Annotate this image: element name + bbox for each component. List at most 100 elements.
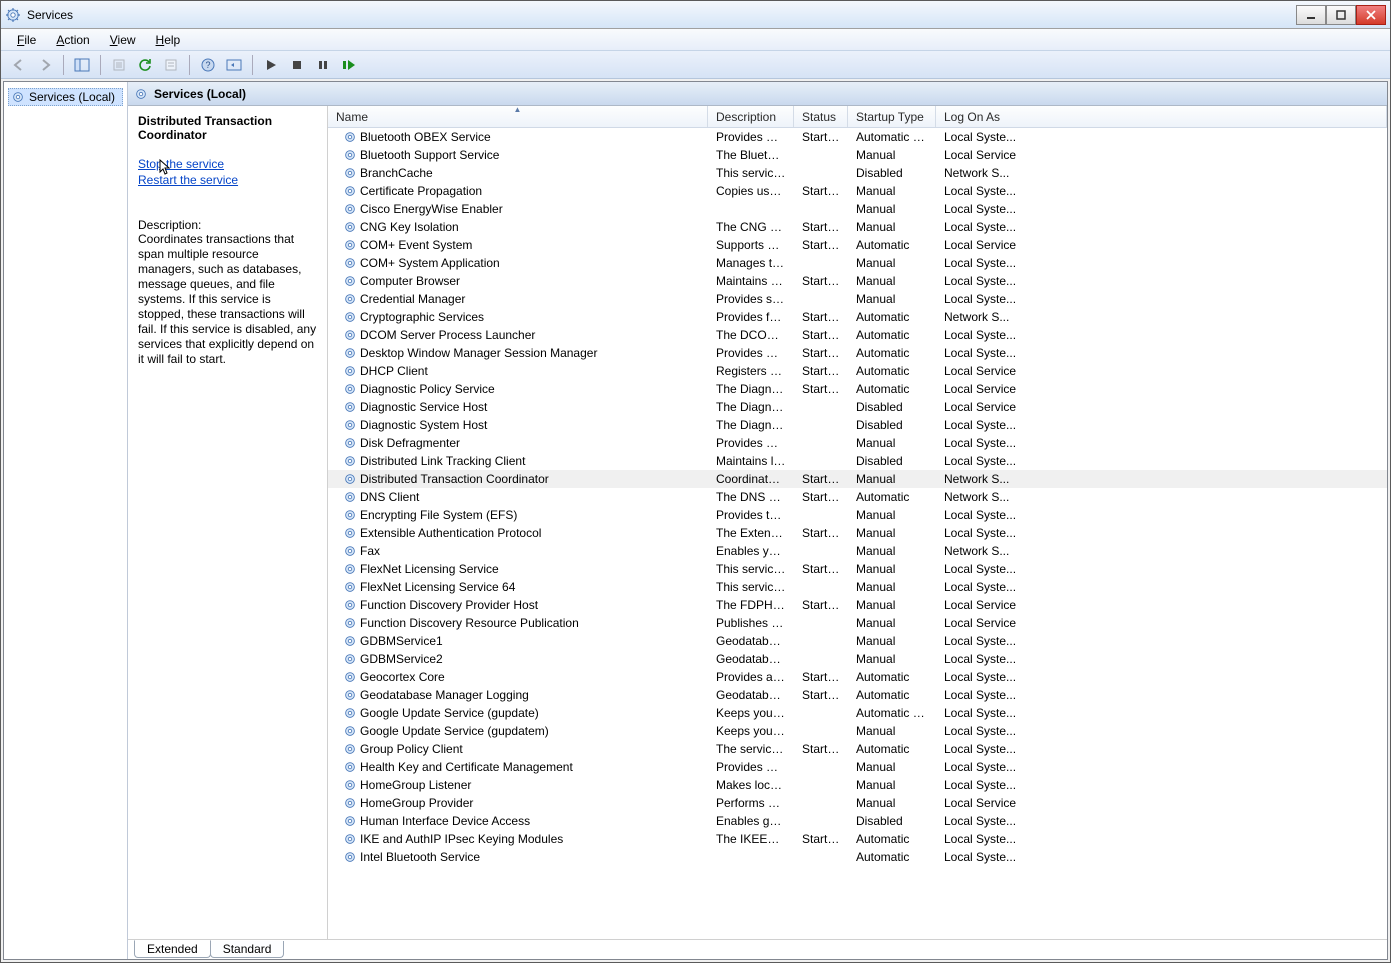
service-description: This service ...	[708, 166, 794, 180]
menu-help[interactable]: Help	[148, 31, 189, 49]
service-name: Google Update Service (gupdatem)	[360, 724, 549, 738]
gear-icon	[342, 615, 358, 631]
minimize-button[interactable]	[1296, 5, 1326, 25]
column-description[interactable]: Description	[708, 106, 794, 127]
table-row[interactable]: Desktop Window Manager Session ManagerPr…	[328, 344, 1387, 362]
pause-service-button[interactable]	[311, 54, 335, 76]
properties-button[interactable]	[159, 54, 183, 76]
refresh-button[interactable]	[133, 54, 157, 76]
service-name: GDBMService1	[360, 634, 443, 648]
column-startup[interactable]: Startup Type	[848, 106, 936, 127]
tree-root-services-local[interactable]: Services (Local)	[8, 88, 123, 106]
table-row[interactable]: Function Discovery Provider HostThe FDPH…	[328, 596, 1387, 614]
table-row[interactable]: Google Update Service (gupdate)Keeps you…	[328, 704, 1387, 722]
back-button[interactable]	[7, 54, 31, 76]
table-row[interactable]: Diagnostic Policy ServiceThe Diagno...St…	[328, 380, 1387, 398]
service-name: GDBMService2	[360, 652, 443, 666]
table-row[interactable]: Geodatabase Manager LoggingGeodatabas...…	[328, 686, 1387, 704]
service-description: Coordinates...	[708, 472, 794, 486]
table-row[interactable]: Computer BrowserMaintains a...StartedMan…	[328, 272, 1387, 290]
table-row[interactable]: FlexNet Licensing ServiceThis service ..…	[328, 560, 1387, 578]
table-row[interactable]: Function Discovery Resource PublicationP…	[328, 614, 1387, 632]
action-button[interactable]	[222, 54, 246, 76]
stop-service-button[interactable]	[285, 54, 309, 76]
table-row[interactable]: Human Interface Device AccessEnables gen…	[328, 812, 1387, 830]
table-row[interactable]: Disk DefragmenterProvides Dis...ManualLo…	[328, 434, 1387, 452]
service-description: Copies user ...	[708, 184, 794, 198]
table-row[interactable]: Intel Bluetooth ServiceAutomaticLocal Sy…	[328, 848, 1387, 866]
service-description: The Bluetoo...	[708, 148, 794, 162]
gear-icon	[342, 219, 358, 235]
service-description: Geodatabas...	[708, 688, 794, 702]
table-row[interactable]: Group Policy ClientThe service ...Starte…	[328, 740, 1387, 758]
table-row[interactable]: DCOM Server Process LauncherThe DCOM...S…	[328, 326, 1387, 344]
table-row[interactable]: DHCP ClientRegisters an...StartedAutomat…	[328, 362, 1387, 380]
gear-icon	[11, 90, 25, 104]
start-service-button[interactable]	[259, 54, 283, 76]
service-logon: Local Syste...	[936, 724, 1036, 738]
table-row[interactable]: Diagnostic System HostThe Diagno...Disab…	[328, 416, 1387, 434]
service-description: Geodatabas...	[708, 652, 794, 666]
table-row[interactable]: Distributed Link Tracking ClientMaintain…	[328, 452, 1387, 470]
stop-service-link[interactable]: Stop the service	[138, 156, 317, 172]
help-button[interactable]: ?	[196, 54, 220, 76]
service-logon: Local Syste...	[936, 418, 1036, 432]
service-status: Started	[794, 490, 848, 504]
gear-icon	[342, 705, 358, 721]
table-row[interactable]: Distributed Transaction CoordinatorCoord…	[328, 470, 1387, 488]
table-row[interactable]: Encrypting File System (EFS)Provides th.…	[328, 506, 1387, 524]
table-row[interactable]: GDBMService1Geodatabas...ManualLocal Sys…	[328, 632, 1387, 650]
restart-service-link[interactable]: Restart the service	[138, 172, 317, 188]
table-row[interactable]: GDBMService2Geodatabas...ManualLocal Sys…	[328, 650, 1387, 668]
show-hide-tree-button[interactable]	[70, 54, 94, 76]
table-row[interactable]: CNG Key IsolationThe CNG ke...StartedMan…	[328, 218, 1387, 236]
service-startup: Manual	[848, 526, 936, 540]
column-status[interactable]: Status	[794, 106, 848, 127]
tab-standard[interactable]: Standard	[210, 941, 285, 958]
main-panel: Services (Local) Distributed Transaction…	[128, 82, 1387, 959]
service-logon: Local Syste...	[936, 760, 1036, 774]
gear-icon	[342, 561, 358, 577]
restart-service-button[interactable]	[337, 54, 361, 76]
table-row[interactable]: HomeGroup ListenerMakes local...ManualLo…	[328, 776, 1387, 794]
table-row[interactable]: HomeGroup ProviderPerforms ne...ManualLo…	[328, 794, 1387, 812]
forward-button[interactable]	[33, 54, 57, 76]
table-row[interactable]: BranchCacheThis service ...DisabledNetwo…	[328, 164, 1387, 182]
column-name[interactable]: Name ▲	[328, 106, 708, 127]
service-name: DCOM Server Process Launcher	[360, 328, 535, 342]
table-row[interactable]: Diagnostic Service HostThe Diagno...Disa…	[328, 398, 1387, 416]
table-row[interactable]: DNS ClientThe DNS Cli...StartedAutomatic…	[328, 488, 1387, 506]
table-row[interactable]: Bluetooth Support ServiceThe Bluetoo...M…	[328, 146, 1387, 164]
table-row[interactable]: Geocortex CoreProvides a s...StartedAuto…	[328, 668, 1387, 686]
table-row[interactable]: FlexNet Licensing Service 64This service…	[328, 578, 1387, 596]
menu-file[interactable]: File	[9, 31, 44, 49]
table-row[interactable]: Credential ManagerProvides se...ManualLo…	[328, 290, 1387, 308]
detail-service-name: Distributed Transaction Coordinator	[138, 114, 317, 142]
column-logon[interactable]: Log On As	[936, 106, 1387, 127]
table-row[interactable]: Cisco EnergyWise EnablerManualLocal Syst…	[328, 200, 1387, 218]
service-status: Started	[794, 328, 848, 342]
table-row[interactable]: Google Update Service (gupdatem)Keeps yo…	[328, 722, 1387, 740]
table-row[interactable]: COM+ Event SystemSupports Sy...StartedAu…	[328, 236, 1387, 254]
menu-view[interactable]: View	[102, 31, 144, 49]
export-list-button[interactable]	[107, 54, 131, 76]
table-row[interactable]: FaxEnables you...ManualNetwork S...	[328, 542, 1387, 560]
tab-extended[interactable]: Extended	[134, 940, 211, 958]
titlebar[interactable]: Services	[1, 1, 1390, 29]
service-logon: Network S...	[936, 490, 1036, 504]
table-row[interactable]: Health Key and Certificate ManagementPro…	[328, 758, 1387, 776]
service-startup: Manual	[848, 256, 936, 270]
list-body[interactable]: Bluetooth OBEX ServiceProvides Bl...Star…	[328, 128, 1387, 939]
table-row[interactable]: COM+ System ApplicationManages th...Manu…	[328, 254, 1387, 272]
table-row[interactable]: Bluetooth OBEX ServiceProvides Bl...Star…	[328, 128, 1387, 146]
gear-icon	[342, 777, 358, 793]
maximize-button[interactable]	[1326, 5, 1356, 25]
menu-action[interactable]: Action	[48, 31, 97, 49]
table-row[interactable]: Extensible Authentication ProtocolThe Ex…	[328, 524, 1387, 542]
close-button[interactable]	[1356, 5, 1386, 25]
tree-root-label: Services (Local)	[29, 90, 115, 104]
table-row[interactable]: Cryptographic ServicesProvides fo...Star…	[328, 308, 1387, 326]
table-row[interactable]: IKE and AuthIP IPsec Keying ModulesThe I…	[328, 830, 1387, 848]
table-row[interactable]: Certificate PropagationCopies user ...St…	[328, 182, 1387, 200]
service-description: Provides Dis...	[708, 436, 794, 450]
